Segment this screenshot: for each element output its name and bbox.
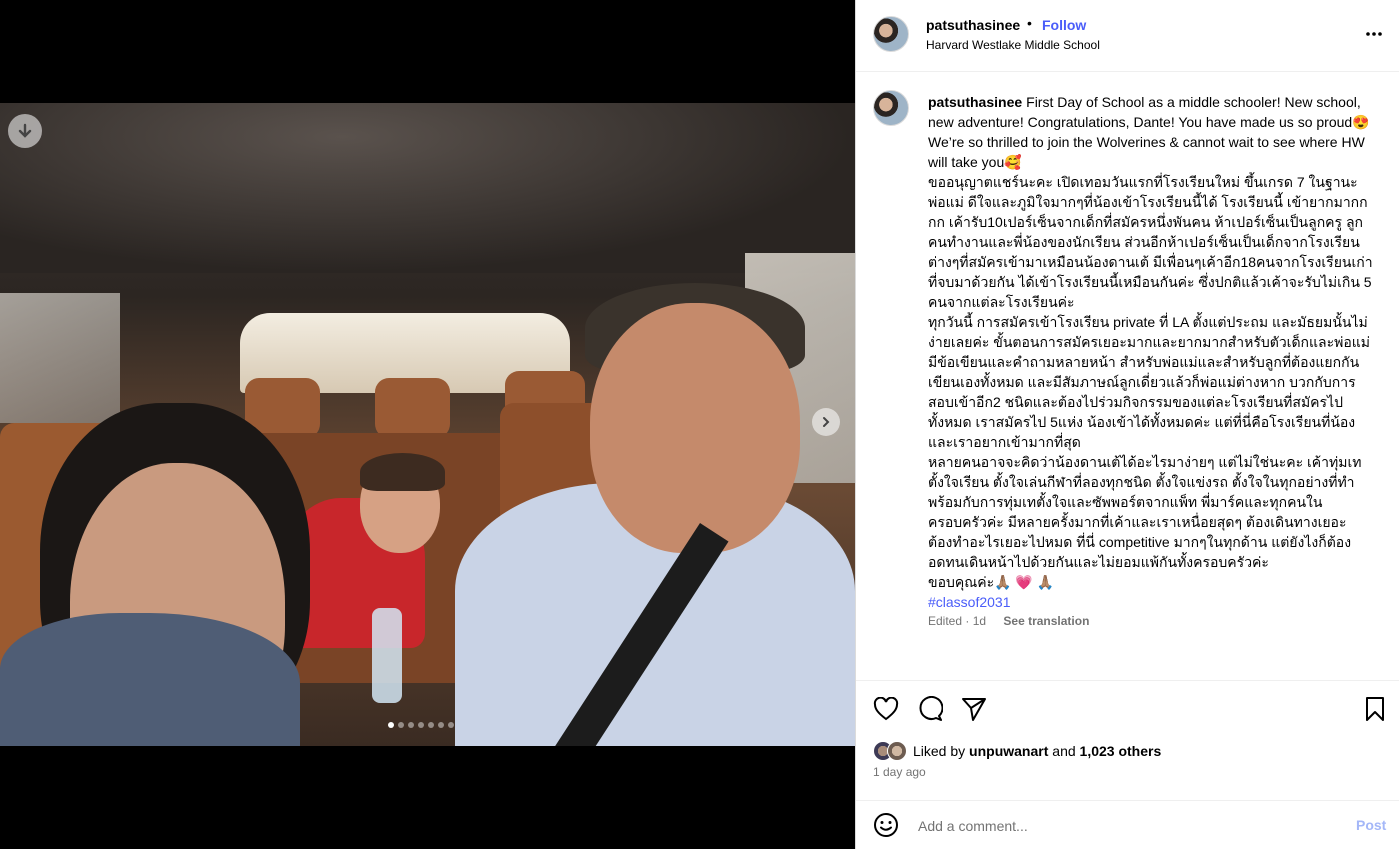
heart-icon[interactable]: [872, 695, 900, 723]
caption-meta: Edited · 1d See translation: [928, 614, 1089, 628]
carousel-dot[interactable]: [408, 722, 414, 728]
comments-area: patsuthasinee First Day of School as a mi…: [856, 72, 1399, 680]
comment-bubble-icon[interactable]: [916, 695, 944, 723]
woman-sweater: [0, 613, 300, 746]
follow-button[interactable]: Follow: [1042, 17, 1086, 33]
action-bar: [856, 680, 1399, 736]
likes-summary: Liked by unpuwanart and 1,023 others: [873, 740, 1161, 762]
carousel-dot[interactable]: [438, 722, 444, 728]
liker-username[interactable]: unpuwanart: [969, 743, 1048, 759]
likes-middle: and: [1048, 743, 1080, 759]
post-timestamp[interactable]: 1 day ago: [873, 765, 926, 779]
header-separator: •: [1027, 15, 1032, 31]
avatar[interactable]: [873, 16, 909, 52]
edited-label: Edited · 1d: [928, 614, 987, 628]
caption-paragraph: ทุกวันนี้ การสมัครเข้าโรงเรียน private ท…: [928, 314, 1371, 450]
likes-text: Liked by unpuwanart and 1,023 others: [913, 743, 1161, 759]
headrest: [375, 378, 450, 438]
carousel-dot[interactable]: [398, 722, 404, 728]
location-link[interactable]: Harvard Westlake Middle School: [926, 38, 1100, 52]
carousel-dots: [388, 722, 454, 728]
chevron-right-icon[interactable]: [812, 408, 840, 436]
boy-hair: [360, 453, 445, 491]
water-bottle: [372, 608, 402, 703]
post-media: [0, 0, 855, 849]
author-username[interactable]: patsuthasinee: [926, 17, 1020, 33]
post-caption: patsuthasinee First Day of School as a mi…: [928, 92, 1373, 612]
post-photo[interactable]: [0, 103, 855, 746]
caption-paragraph: ขออนุญาตแชร์นะคะ เปิดเทอมวันแรกที่โรงเรี…: [928, 174, 1373, 310]
carousel-dot[interactable]: [418, 722, 424, 728]
avatar[interactable]: [887, 741, 907, 761]
comment-input[interactable]: [916, 813, 1340, 839]
carousel-dot[interactable]: [448, 722, 454, 728]
paper-plane-icon[interactable]: [960, 695, 988, 723]
add-comment-bar: Post: [856, 800, 1399, 849]
caption-username[interactable]: patsuthasinee: [928, 94, 1022, 110]
hashtag-link[interactable]: #classof2031: [928, 594, 1011, 610]
likes-prefix: Liked by: [913, 743, 970, 759]
caption-paragraph: หลายคนอาจจะคิดว่าน้องดานเต้ได้อะไรมาง่าย…: [928, 454, 1362, 570]
car-headliner: [0, 103, 855, 273]
likes-others-link[interactable]: 1,023 others: [1080, 743, 1162, 759]
see-translation-button[interactable]: See translation: [1003, 614, 1089, 628]
post-header: patsuthasinee • Follow Harvard Westlake …: [856, 0, 1399, 72]
caption-paragraph: ขอบคุณค่ะ🙏🏽 💗 🙏🏽: [928, 574, 1055, 590]
more-options-icon[interactable]: [1364, 20, 1384, 45]
avatar[interactable]: [873, 90, 909, 126]
bookmark-icon[interactable]: [1361, 695, 1389, 723]
man-face: [590, 303, 800, 553]
left-window: [0, 293, 120, 423]
carousel-dot[interactable]: [428, 722, 434, 728]
smiley-icon[interactable]: [873, 812, 899, 843]
post-side-panel: patsuthasinee • Follow Harvard Westlake …: [855, 0, 1399, 849]
download-arrow-icon[interactable]: [8, 114, 42, 148]
carousel-dot[interactable]: [388, 722, 394, 728]
post-comment-button[interactable]: Post: [1356, 817, 1386, 833]
